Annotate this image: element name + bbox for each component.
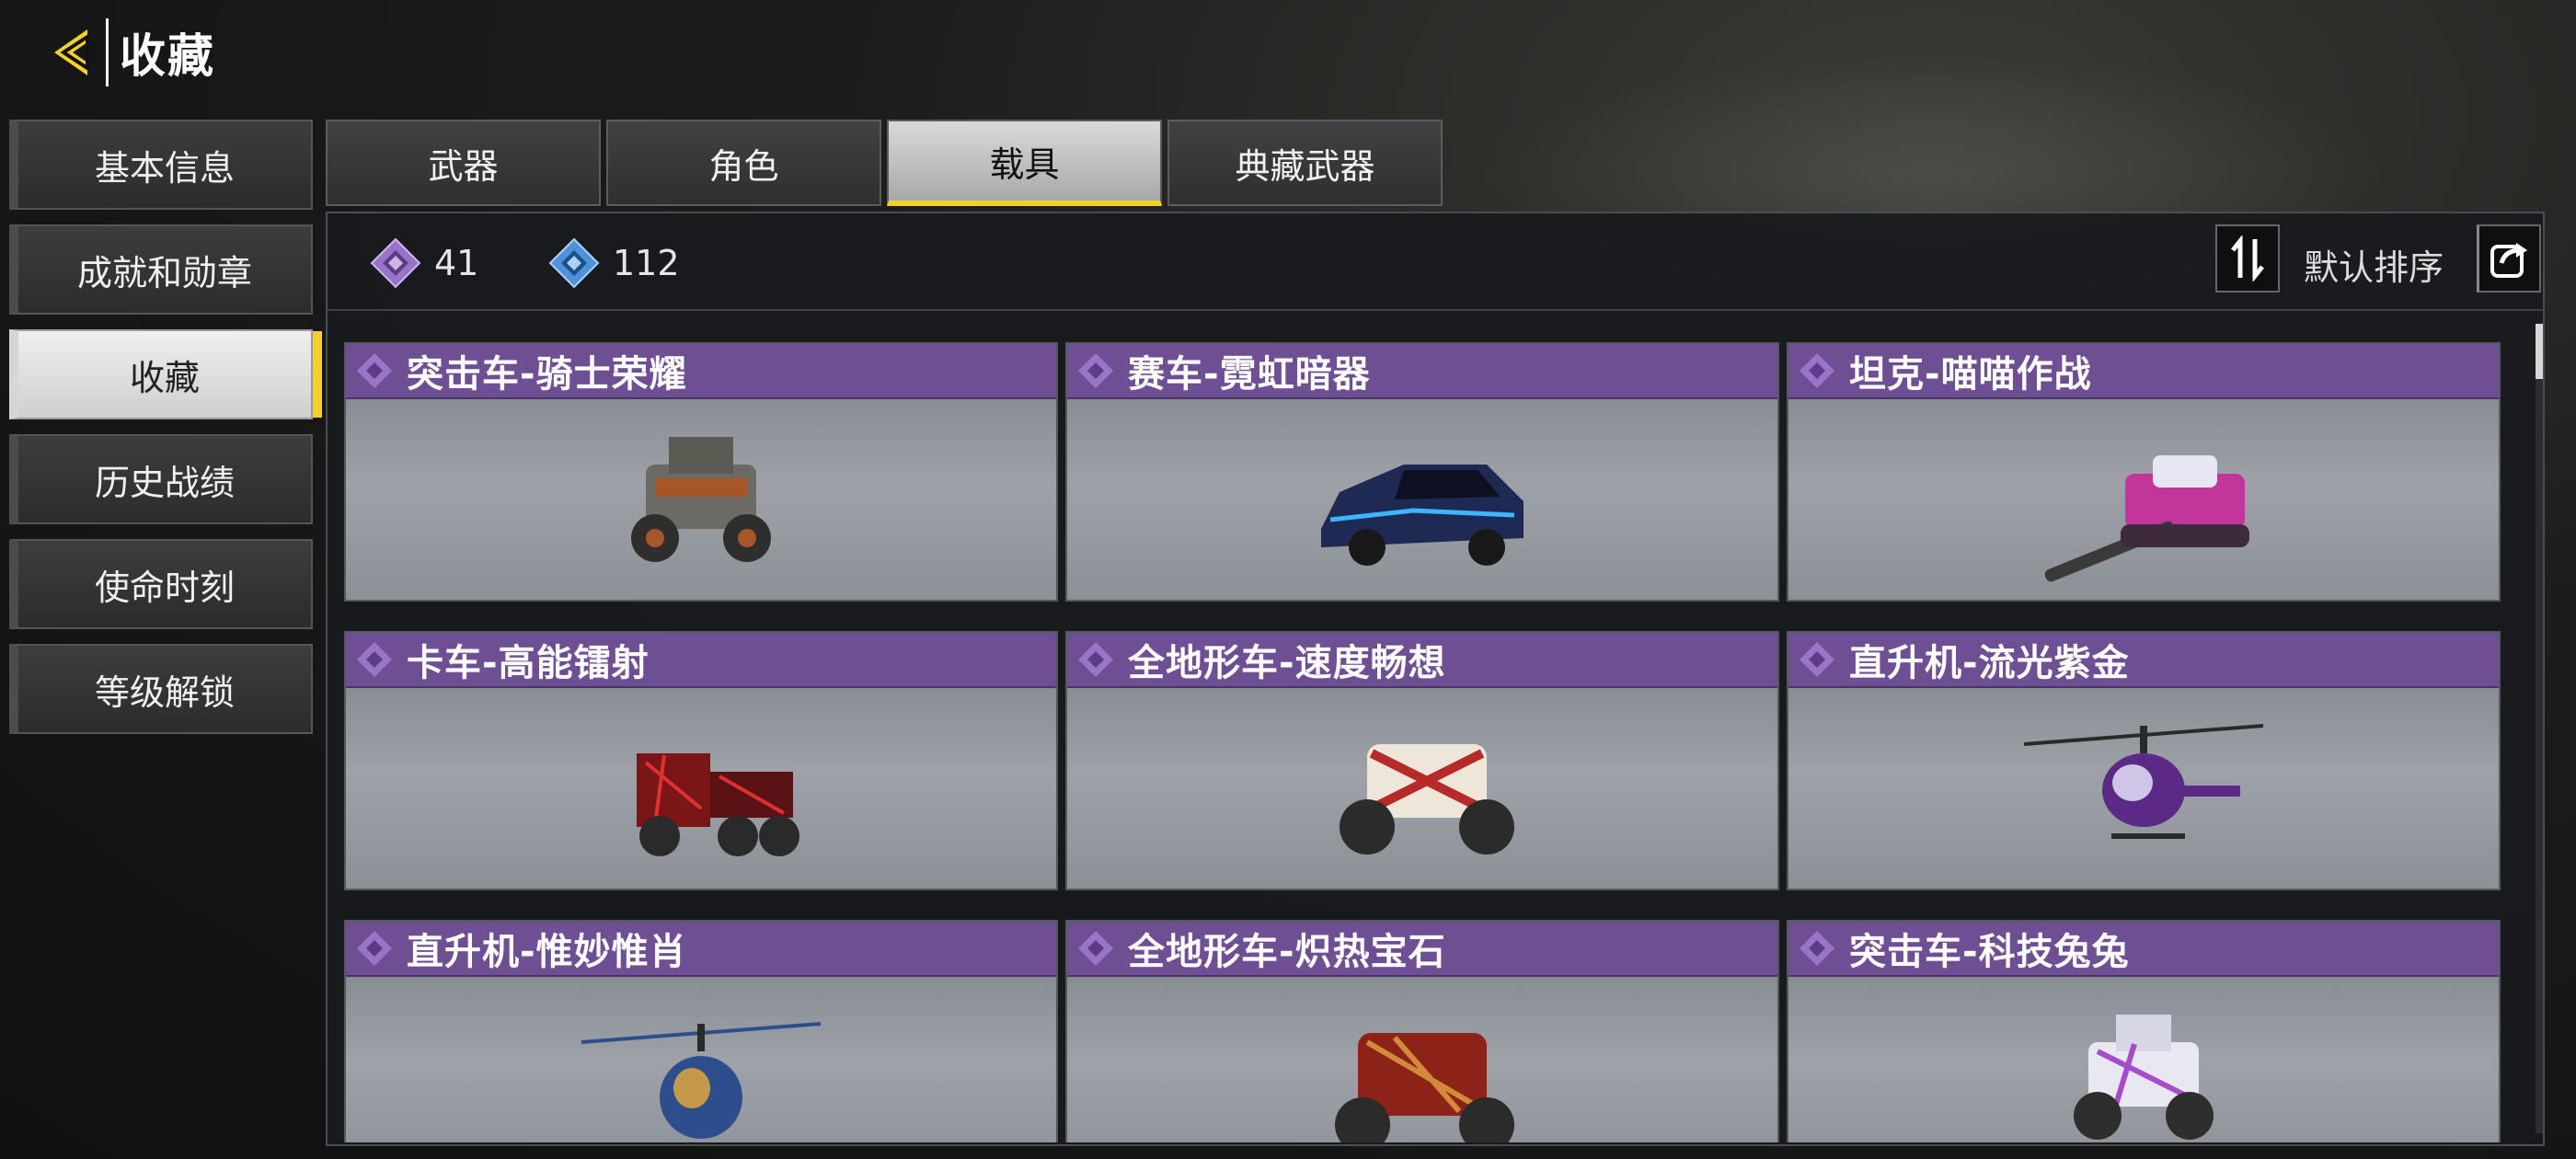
nav-item-collection[interactable]: 收藏 [9,329,322,419]
currency-purple: 41 [370,237,478,289]
nav-item-label: 成就和勋章 [76,252,252,293]
nav-item-label: 基本信息 [94,147,235,189]
collection-card[interactable]: 直升机-流光紫金 [1787,631,2501,890]
collection-card[interactable]: 卡车-高能镭射 [344,631,1058,890]
card-title: 坦克-喵喵作战 [1849,353,2092,396]
nav-item-achievements[interactable]: 成就和勋章 [9,224,313,315]
collection-card[interactable]: 突击车-科技兔兔 [1787,920,2501,1142]
helicopter-icon [2024,724,2263,839]
vehicle-image [1788,979,2499,1142]
sort-arrows-icon [2231,235,2264,281]
card-title: 直升机-流光紫金 [1849,642,2130,684]
purple-diamond-icon [1800,353,1834,388]
card-header: 卡车-高能镭射 [346,633,1056,688]
nav-item-level-unlocks[interactable]: 等级解锁 [9,644,313,734]
currency-blue-value: 112 [613,243,680,283]
tab-vehicles[interactable]: 载具 [887,120,1162,206]
assault-vehicle-icon [2074,1015,2214,1140]
nav-item-label: 使命时刻 [94,567,235,608]
purple-diamond-icon [357,642,392,677]
vehicle-image [1067,401,1777,602]
card-header: 全地形车-炽热宝石 [1067,922,1777,977]
tab-weapons[interactable]: 武器 [326,120,601,206]
scroll-thumb[interactable] [2536,324,2543,379]
card-title: 突击车-科技兔兔 [1849,931,2130,973]
back-button[interactable] [37,18,109,86]
collection-card[interactable]: 突击车-骑士荣耀 [344,342,1058,602]
category-tabs: 武器 角色 载具 典藏武器 [326,120,1443,206]
vehicle-image [346,979,1056,1142]
share-button[interactable] [2477,224,2541,293]
purple-diamond-icon [357,353,392,388]
sort-button[interactable] [2215,224,2280,293]
card-header: 直升机-惟妙惟肖 [346,922,1056,977]
collection-card[interactable]: 坦克-喵喵作战 [1787,342,2501,602]
tab-characters[interactable]: 角色 [606,120,881,206]
collection-grid: 突击车-骑士荣耀 赛车-霓虹暗器 坦克-喵喵作战 卡车-高能镭射 全地形车-速度… [344,342,2506,1142]
card-title: 卡车-高能镭射 [407,642,650,684]
nav-item-label: 收藏 [129,357,200,398]
helicopter-icon [581,1022,821,1139]
card-title: 全地形车-速度畅想 [1128,642,1446,684]
card-title: 赛车-霓虹暗器 [1128,353,1371,396]
card-header: 突击车-科技兔兔 [1788,922,2499,977]
atv-icon [1335,1033,1514,1142]
collection-card[interactable]: 直升机-惟妙惟肖 [344,920,1058,1142]
truck-icon [637,753,799,856]
collection-card[interactable]: 全地形车-炽热宝石 [1065,920,1779,1142]
nav-item-match-history[interactable]: 历史战绩 [9,434,313,524]
purple-diamond-icon [1800,642,1834,677]
purple-diamond-icon [357,931,392,966]
nav-item-label: 历史战绩 [94,462,235,503]
purple-diamond-icon [370,237,421,289]
left-nav: 基本信息 成就和勋章 收藏 历史战绩 使命时刻 等级解锁 [9,120,322,749]
top-bar: 收藏 [37,18,215,86]
purple-diamond-icon [1078,931,1113,966]
currency-purple-value: 41 [434,243,479,283]
atv-icon [1340,744,1514,855]
page-title: 收藏 [120,29,215,83]
currency-blue: 112 [548,237,680,289]
tank-icon [2044,455,2249,582]
card-title: 直升机-惟妙惟肖 [407,931,687,973]
vehicle-image [1788,401,2499,602]
scrollbar[interactable] [2536,324,2543,1133]
vehicle-image [1067,979,1777,1142]
collection-card[interactable]: 赛车-霓虹暗器 [1065,342,1779,602]
vehicle-image [1067,690,1777,890]
assault-vehicle-icon [631,437,771,562]
card-header: 突击车-骑士荣耀 [346,344,1056,399]
share-icon [2490,243,2527,278]
sort-label[interactable]: 默认排序 [2304,239,2444,290]
blue-diamond-icon [548,237,600,289]
card-header: 坦克-喵喵作战 [1788,344,2499,399]
purple-diamond-icon [1078,353,1113,388]
card-header: 全地形车-速度畅想 [1067,633,1777,688]
nav-item-duty-moments[interactable]: 使命时刻 [9,539,313,629]
panel-toolbar: 41 112 默认排序 [328,213,2543,311]
tab-collector-weapons[interactable]: 典藏武器 [1167,120,1443,206]
race-car-icon [1321,465,1524,566]
vehicle-image [346,690,1056,890]
nav-item-basic-info[interactable]: 基本信息 [9,120,313,210]
purple-diamond-icon [1800,931,1834,966]
card-header: 赛车-霓虹暗器 [1067,344,1777,399]
card-header: 直升机-流光紫金 [1788,633,2499,688]
nav-item-label: 等级解锁 [94,671,235,713]
card-title: 全地形车-炽热宝石 [1128,931,1446,973]
back-arrow-icon [53,29,89,75]
vehicle-image [1788,690,2499,890]
vehicle-image [346,401,1056,602]
collection-panel: 41 112 默认排序 突击车-骑士荣耀 赛车-霓虹暗器 坦克-喵喵作战 卡车-… [326,212,2545,1146]
card-title: 突击车-骑士荣耀 [407,353,687,396]
collection-card[interactable]: 全地形车-速度畅想 [1065,631,1779,890]
purple-diamond-icon [1078,642,1113,677]
